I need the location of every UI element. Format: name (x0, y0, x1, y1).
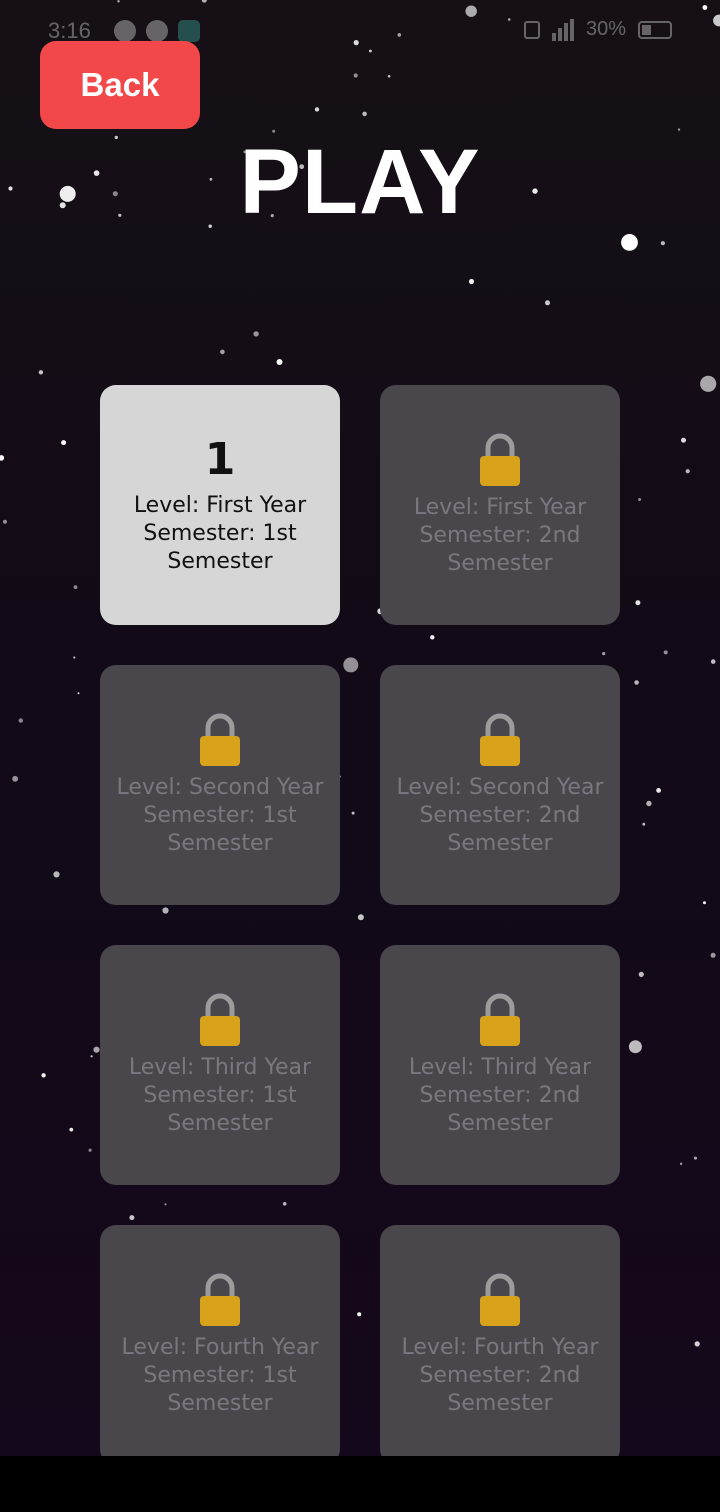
level-label: Level: Third Year Semester: 2nd Semester (408, 1055, 592, 1136)
lock-icon (480, 433, 520, 486)
page-title: PLAY (239, 131, 481, 233)
level-card[interactable]: Level: Second Year Semester: 1st Semeste… (100, 665, 340, 905)
lock-status-icon (523, 20, 540, 39)
level-label: Level: Second Year Semester: 2nd Semeste… (396, 775, 604, 856)
notification-icons (114, 20, 200, 42)
lock-icon (480, 713, 520, 766)
level-card[interactable]: Level: Third Year Semester: 2nd Semester (380, 945, 620, 1185)
notification-icon (114, 20, 136, 42)
app-notification-icon (178, 20, 200, 42)
battery-icon (638, 20, 672, 39)
lock-icon (200, 1273, 240, 1326)
level-card[interactable]: Level: First Year Semester: 2nd Semester (380, 385, 620, 625)
level-label: Level: Fourth Year Semester: 2nd Semeste… (401, 1335, 599, 1416)
notification-icon (146, 20, 168, 42)
lock-icon (480, 993, 520, 1046)
level-card[interactable]: Level: Third Year Semester: 1st Semester (100, 945, 340, 1185)
lock-icon (480, 1273, 520, 1326)
signal-icon (551, 18, 574, 41)
level-card[interactable]: Level: Fourth Year Semester: 1st Semeste… (100, 1225, 340, 1465)
level-label: Level: Fourth Year Semester: 1st Semeste… (121, 1335, 319, 1416)
navigation-bar (0, 1456, 720, 1512)
level-number: 1 (204, 434, 236, 485)
level-label: Level: Second Year Semester: 1st Semeste… (116, 775, 324, 856)
level-label: Level: First Year Semester: 2nd Semester (413, 495, 587, 576)
battery-percent: 30% (585, 18, 626, 40)
level-card[interactable]: Level: Fourth Year Semester: 2nd Semeste… (380, 1225, 620, 1465)
system-status-icons: 30% (523, 18, 672, 41)
level-label: Level: Third Year Semester: 1st Semester (128, 1055, 312, 1136)
level-label: Level: First Year Semester: 1st Semester (133, 493, 307, 574)
level-card[interactable]: Level: Second Year Semester: 2nd Semeste… (380, 665, 620, 905)
levels-grid: 1 Level: First Year Semester: 1st Semeste… (100, 385, 620, 1465)
back-button[interactable]: Back (40, 41, 200, 129)
lock-icon (200, 993, 240, 1046)
level-card[interactable]: 1 Level: First Year Semester: 1st Semeste… (100, 385, 340, 625)
lock-icon (200, 713, 240, 766)
